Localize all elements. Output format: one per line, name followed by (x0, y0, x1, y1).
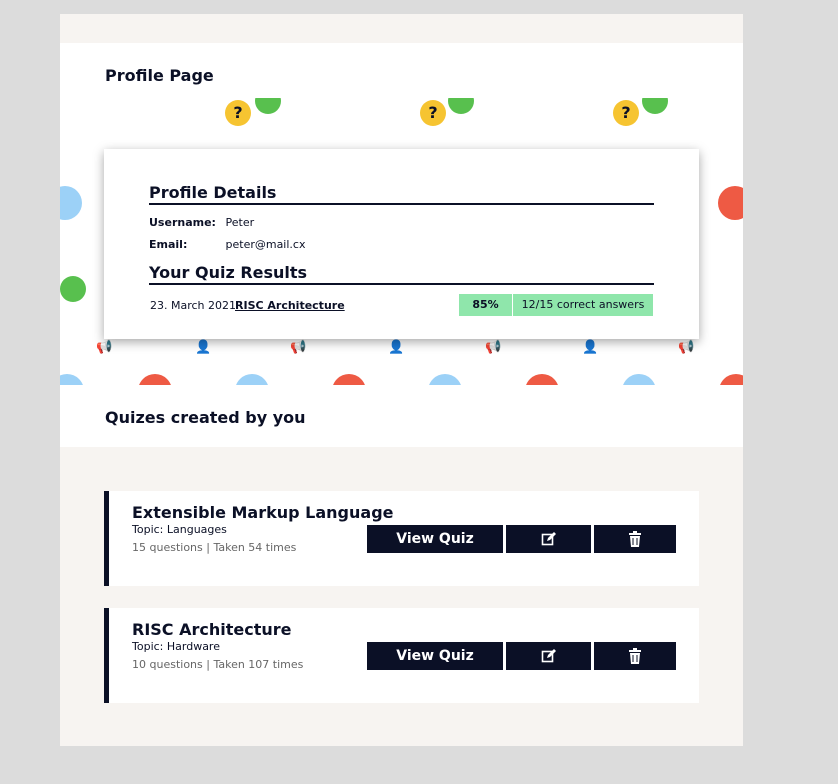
megaphone-icon: 📢 (290, 340, 307, 355)
quiz-topic: Topic: Hardware (132, 640, 220, 653)
red-circle-icon (719, 374, 743, 385)
person-icon: 👤 (195, 340, 212, 355)
view-quiz-button[interactable]: View Quiz (367, 642, 503, 670)
blue-circle-icon (60, 374, 84, 385)
page-title: Profile Page (105, 66, 214, 85)
megaphone-icon: 📢 (485, 340, 502, 355)
blue-circle-icon (428, 374, 462, 385)
person-icon: 👤 (388, 340, 405, 355)
created-quizzes-heading: Quizes created by you (105, 408, 306, 427)
quiz-card: RISC Architecture Topic: Hardware 10 que… (104, 608, 699, 703)
check-badge-icon (448, 98, 474, 114)
edit-icon (541, 649, 556, 663)
email-value: peter@mail.cx (225, 238, 306, 251)
question-bubble-icon: ? (420, 100, 446, 126)
username-label: Username: (149, 216, 216, 229)
blue-circle-icon (622, 374, 656, 385)
quiz-results-heading: Your Quiz Results (149, 263, 654, 285)
check-badge-icon (60, 276, 86, 302)
profile-card: Profile Details Username: Peter Email: p… (104, 149, 699, 339)
blue-circle-icon (235, 374, 269, 385)
result-quiz-link[interactable]: RISC Architecture (235, 299, 345, 312)
megaphone-icon: 📢 (678, 340, 695, 355)
red-circle-icon (525, 374, 559, 385)
edit-quiz-button[interactable] (506, 642, 591, 670)
quiz-topic: Topic: Languages (132, 523, 227, 536)
question-bubble-icon: ? (613, 100, 639, 126)
quiz-result-row: 23. March 2021 RISC Architecture 85% 12/… (149, 294, 654, 316)
quiz-title: Extensible Markup Language (132, 503, 394, 522)
quiz-card: Extensible Markup Language Topic: Langua… (104, 491, 699, 586)
email-row: Email: peter@mail.cx (149, 238, 305, 251)
username-value: Peter (225, 216, 255, 229)
quiz-sign-icon (718, 186, 743, 220)
megaphone-icon: 📢 (96, 340, 113, 355)
check-badge-icon (255, 98, 281, 114)
edit-icon (541, 532, 556, 546)
email-label: Email: (149, 238, 188, 251)
top-band (60, 14, 743, 43)
created-quizzes-section: Extensible Markup Language Topic: Langua… (60, 447, 743, 746)
check-badge-icon (642, 98, 668, 114)
edit-quiz-button[interactable] (506, 525, 591, 553)
trash-icon (629, 531, 641, 547)
red-circle-icon (332, 374, 366, 385)
username-row: Username: Peter (149, 216, 254, 229)
quiz-screen-icon (60, 186, 82, 220)
person-icon: 👤 (582, 340, 599, 355)
result-percent-badge: 85% (459, 294, 512, 316)
delete-quiz-button[interactable] (594, 642, 676, 670)
red-circle-icon (138, 374, 172, 385)
profile-details-heading: Profile Details (149, 183, 654, 205)
view-quiz-button[interactable]: View Quiz (367, 525, 503, 553)
trash-icon (629, 648, 641, 664)
delete-quiz-button[interactable] (594, 525, 676, 553)
result-answers-badge: 12/15 correct answers (513, 294, 653, 316)
quiz-meta: 15 questions | Taken 54 times (132, 541, 297, 554)
quiz-title: RISC Architecture (132, 620, 292, 639)
quiz-meta: 10 questions | Taken 107 times (132, 658, 304, 671)
result-date: 23. March 2021 (150, 299, 237, 312)
question-bubble-icon: ? (225, 100, 251, 126)
profile-page: Profile Page ? ? ? 📢 👤 📢 👤 📢 👤 📢 Profile… (60, 14, 743, 746)
